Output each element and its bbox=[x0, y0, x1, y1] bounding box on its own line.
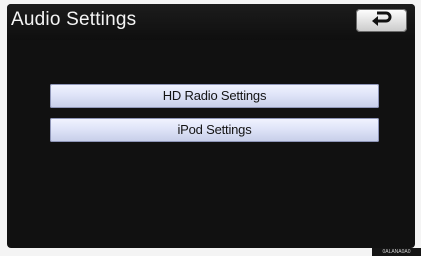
back-button[interactable] bbox=[356, 9, 407, 32]
page-title: Audio Settings bbox=[11, 9, 137, 30]
back-arrow-icon bbox=[372, 11, 392, 26]
header-bar: Audio Settings bbox=[7, 4, 415, 40]
ipod-settings-button[interactable]: iPod Settings bbox=[50, 118, 379, 142]
device-frame: Audio Settings HD Radio Settings iPod Se… bbox=[0, 0, 421, 256]
hd-radio-settings-button[interactable]: HD Radio Settings bbox=[50, 84, 379, 108]
audio-settings-screen: Audio Settings HD Radio Settings iPod Se… bbox=[7, 4, 415, 248]
image-code-label: 0ALANA0A0 bbox=[372, 248, 421, 256]
